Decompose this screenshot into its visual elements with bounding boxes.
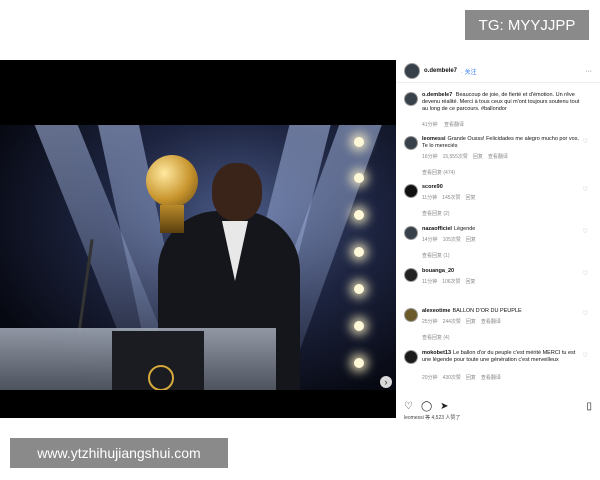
- ballon-dor-trophy: [146, 155, 198, 207]
- follow-button[interactable]: · 关注: [461, 67, 477, 76]
- like-comment-icon[interactable]: ♡: [583, 186, 588, 193]
- avatar[interactable]: [404, 308, 418, 322]
- post-header: o.dembele7 · 关注 ···: [396, 60, 600, 83]
- avatar[interactable]: [404, 92, 418, 106]
- heart-icon[interactable]: ♡: [404, 401, 413, 412]
- send-icon[interactable]: ➤: [440, 401, 448, 412]
- post-action-bar: ♡ ◯ ➤ ▯: [396, 398, 600, 414]
- post-photo[interactable]: ›: [0, 60, 396, 418]
- view-replies-link[interactable]: 查看回复 (474): [422, 169, 455, 176]
- award-ceremony-image: ›: [0, 125, 396, 390]
- view-replies-link[interactable]: 查看回复 (2): [422, 210, 450, 217]
- post-username[interactable]: o.dembele7: [424, 68, 457, 74]
- avatar[interactable]: [404, 63, 420, 79]
- watermark-bottom: www.ytzhihujiangshui.com: [10, 438, 228, 468]
- avatar[interactable]: [404, 268, 418, 282]
- watermark-top: TG: MYYJJPP: [465, 10, 589, 40]
- like-comment-icon[interactable]: ♡: [583, 310, 588, 317]
- avatar[interactable]: [404, 350, 418, 364]
- post-panel: o.dembele7 · 关注 ··· o.dembele7 Beaucoup …: [396, 60, 600, 421]
- like-comment-icon[interactable]: ♡: [583, 138, 588, 145]
- liked-by-text[interactable]: leomessi 等 4,523 人赞了: [404, 414, 460, 421]
- caption-username[interactable]: o.dembele7: [422, 92, 452, 98]
- see-translation-link[interactable]: 查看翻译: [444, 122, 464, 128]
- like-comment-icon[interactable]: ♡: [583, 352, 588, 359]
- like-comment-icon[interactable]: ♡: [583, 228, 588, 235]
- view-replies-link[interactable]: 查看回复 (1): [422, 252, 450, 259]
- avatar[interactable]: [404, 136, 418, 150]
- avatar[interactable]: [404, 184, 418, 198]
- more-options-icon[interactable]: ···: [585, 68, 592, 75]
- comment-icon[interactable]: ◯: [421, 401, 432, 412]
- bookmark-icon[interactable]: ▯: [586, 401, 592, 412]
- avatar[interactable]: [404, 226, 418, 240]
- carousel-next-icon[interactable]: ›: [380, 376, 392, 388]
- view-replies-link[interactable]: 查看回复 (4): [422, 334, 450, 341]
- like-comment-icon[interactable]: ♡: [583, 270, 588, 277]
